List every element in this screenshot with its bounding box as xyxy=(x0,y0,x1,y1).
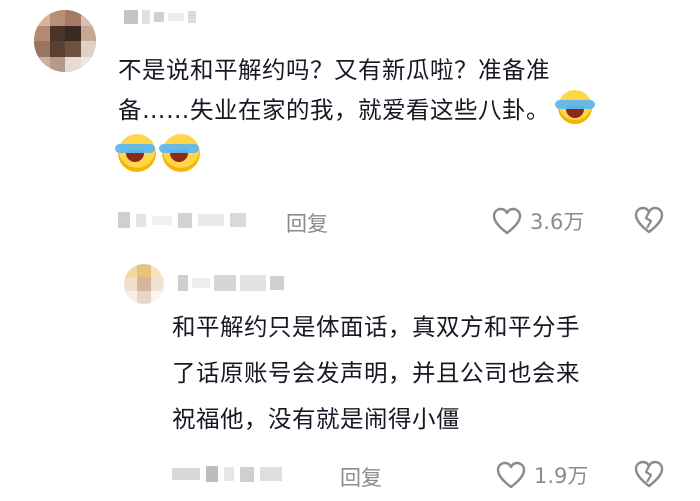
comment-line-2-text: 备……失业在家的我，就爱看这些八卦。 xyxy=(118,96,550,124)
like-count: 1.9万 xyxy=(534,464,589,488)
broken-heart-icon xyxy=(634,460,664,492)
commenter-username[interactable] xyxy=(124,6,196,28)
laughing-tears-emoji xyxy=(159,134,200,172)
laughing-tears-emoji xyxy=(554,90,595,124)
dislike-button[interactable] xyxy=(634,206,664,238)
reply-button[interactable]: 回复 xyxy=(286,208,328,238)
comment-time-location xyxy=(118,212,246,228)
replier-avatar[interactable] xyxy=(124,264,164,304)
reply-dislike-button[interactable] xyxy=(634,460,664,492)
reply-like-button[interactable]: 1.9万 xyxy=(496,460,588,490)
comment-emoji-row xyxy=(115,130,678,176)
reply-time-location xyxy=(172,466,282,482)
like-count: 3.6万 xyxy=(530,210,585,234)
comment-line-2: 备……失业在家的我，就爱看这些八卦。 xyxy=(118,90,678,130)
reply-line-2: 了话原账号会发声明，并且公司也会来 xyxy=(172,359,580,387)
replier-username[interactable] xyxy=(178,272,284,294)
comment-body: 不是说和平解约吗？又有新瓜啦？准备准 备……失业在家的我，就爱看这些八卦。 xyxy=(115,50,678,176)
reply-reply-button[interactable]: 回复 xyxy=(340,462,382,492)
reply-body: 和平解约只是体面话，真双方和平分手 了话原账号会发声明，并且公司也会来 祝福他，… xyxy=(172,304,682,442)
heart-outline-icon xyxy=(492,207,522,235)
like-button[interactable]: 3.6万 xyxy=(492,206,584,236)
laughing-tears-emoji xyxy=(115,134,156,172)
broken-heart-icon xyxy=(634,206,664,238)
reply-line-1: 和平解约只是体面话，真双方和平分手 xyxy=(172,313,580,341)
heart-outline-icon xyxy=(496,461,526,489)
commenter-avatar[interactable] xyxy=(34,10,96,72)
reply-line-3: 祝福他，没有就是闹得小僵 xyxy=(172,405,460,433)
comment-line-1: 不是说和平解约吗？又有新瓜啦？准备准 xyxy=(118,56,550,84)
